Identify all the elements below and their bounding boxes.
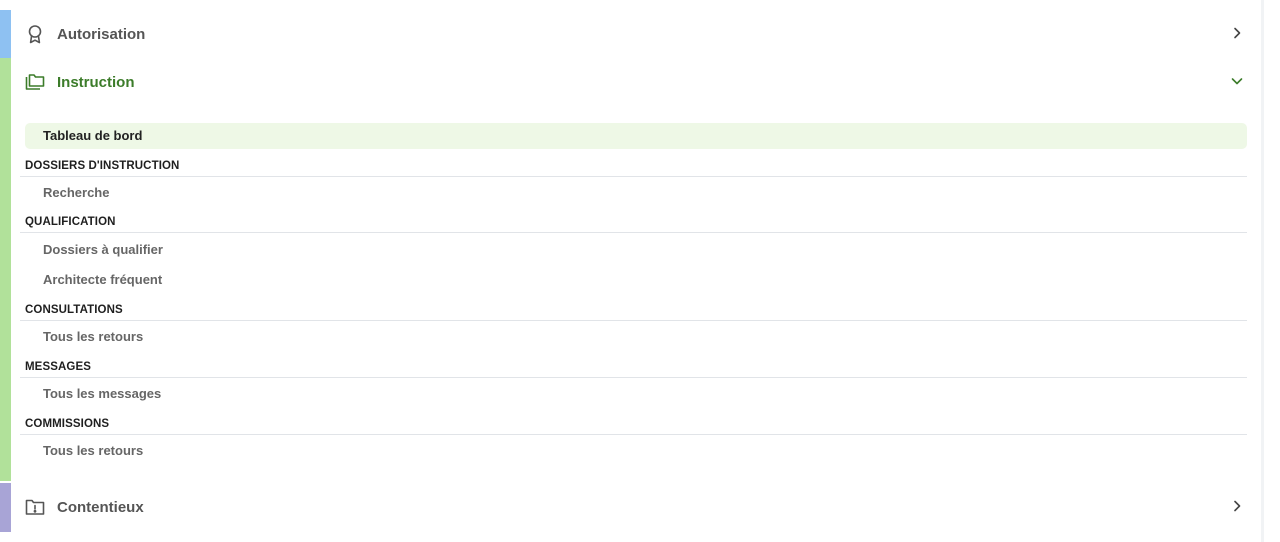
section-title-instruction: Instruction [57,73,135,91]
group-label: DOSSIERS D'INSTRUCTION [25,160,180,172]
autorisation-accent-bar [0,10,11,58]
menu-item-recherche[interactable]: Recherche [25,180,1247,206]
menu-item-tableau-de-bord[interactable]: Tableau de bord [25,123,1247,149]
menu-item-label: Recherche [43,185,110,200]
instruction-accent-bar [0,58,11,481]
section-title-autorisation: Autorisation [57,25,146,43]
chevron-right-icon [1230,499,1244,513]
menu-item-label: Tous les messages [43,386,162,401]
menu-item-label: Tous les retours [43,443,144,458]
scrollbar-track[interactable] [1261,0,1264,542]
section-header-instruction[interactable]: Instruction [20,62,1252,102]
folders-icon [24,71,46,93]
menu-item-tous-les-messages[interactable]: Tous les messages [25,381,1247,407]
chevron-down-icon [1230,74,1244,88]
group-label: MESSAGES [25,361,91,373]
menu-item-label: Architecte fréquent [43,272,163,287]
group-header-dossiers-instruction: DOSSIERS D'INSTRUCTION [20,160,1247,177]
group-header-qualification: QUALIFICATION [20,216,1247,233]
group-header-commissions: COMMISSIONS [20,418,1247,435]
section-title-contentieux: Contentieux [57,498,144,516]
menu-item-label: Dossiers à qualifier [43,242,163,257]
group-label: QUALIFICATION [25,216,116,228]
menu-item-consultations-tous-les-retours[interactable]: Tous les retours [25,324,1247,350]
navigation-menu: Autorisation Instruction Tableau de bord… [0,0,1280,542]
folder-alert-icon [24,496,46,518]
menu-item-dossiers-a-qualifier[interactable]: Dossiers à qualifier [25,237,1247,263]
menu-item-commissions-tous-les-retours[interactable]: Tous les retours [25,438,1247,464]
group-header-consultations: CONSULTATIONS [20,304,1247,321]
menu-item-label: Tableau de bord [43,128,143,143]
contentieux-accent-bar [0,483,11,532]
group-header-messages: MESSAGES [20,361,1247,378]
group-label: CONSULTATIONS [25,304,123,316]
section-header-contentieux[interactable]: Contentieux [20,487,1252,527]
section-header-autorisation[interactable]: Autorisation [20,14,1252,54]
group-label: COMMISSIONS [25,418,110,430]
award-icon [24,23,46,45]
chevron-right-icon [1230,26,1244,40]
menu-item-label: Tous les retours [43,329,144,344]
menu-item-architecte-frequent[interactable]: Architecte fréquent [25,267,1247,293]
